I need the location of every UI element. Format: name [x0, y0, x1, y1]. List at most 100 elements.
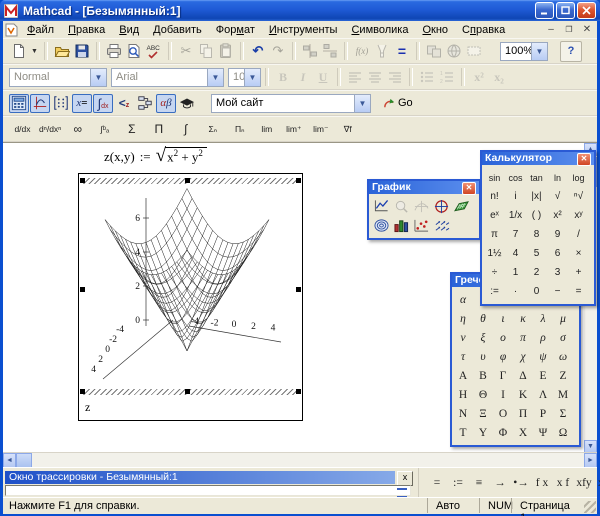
greek-key-r4c2[interactable]: Γ — [493, 366, 513, 385]
limit-right-button[interactable]: lim⁺ — [280, 119, 307, 140]
resize-handle[interactable] — [80, 287, 85, 292]
boolean-palette-button[interactable]: <z — [114, 94, 134, 113]
infinity-button[interactable]: ∞ — [64, 119, 91, 140]
calc-key-3[interactable]: 3 — [547, 263, 568, 282]
surface-plot-region[interactable]: 0246-4-2024-4-2024 z — [78, 173, 303, 421]
greek-key-r4c3[interactable]: Δ — [513, 366, 533, 385]
calc-key-:=[interactable]: := — [484, 282, 505, 301]
calc-key-9[interactable]: 9 — [547, 225, 568, 244]
vector-field-plot-button[interactable] — [431, 217, 451, 234]
menu-symbolics[interactable]: Символика — [344, 23, 415, 37]
calc-key-=[interactable]: = — [568, 282, 589, 301]
3d-bar-plot-button[interactable] — [391, 217, 411, 234]
open-button[interactable] — [52, 42, 72, 61]
chevron-down-icon[interactable]: ▼ — [354, 95, 370, 112]
calc-key-π[interactable]: π — [484, 225, 505, 244]
greek-key-r5c3[interactable]: Κ — [513, 385, 533, 404]
greek-key-r4c1[interactable]: Β — [473, 366, 493, 385]
save-button[interactable] — [72, 42, 92, 61]
trace-close-icon[interactable]: x — [397, 471, 413, 486]
derivative-button[interactable]: d/dx — [9, 119, 36, 140]
calc-key-7[interactable]: 7 — [505, 225, 526, 244]
print-preview-button[interactable] — [124, 42, 144, 61]
greek-key-r5c2[interactable]: Ι — [493, 385, 513, 404]
evaluate-numerically-button[interactable]: = — [427, 474, 447, 492]
undo-button[interactable]: ↶ — [248, 42, 268, 61]
greek-key-r5c4[interactable]: Λ — [533, 385, 553, 404]
calculator-palette-button[interactable] — [9, 94, 29, 113]
mdi-minimize-icon[interactable]: – — [545, 24, 557, 35]
new-dropdown-button[interactable]: ▼ — [29, 42, 40, 61]
greek-key-r1c0[interactable]: η — [453, 309, 473, 328]
symbolic-palette-button[interactable] — [177, 94, 197, 113]
resize-grip[interactable] — [584, 501, 596, 513]
greek-key-r3c2[interactable]: φ — [493, 347, 513, 366]
indefinite-integral-button[interactable]: ∫ — [172, 119, 199, 140]
zoom-combo[interactable]: 100%▼ — [500, 42, 548, 61]
greek-key-r7c3[interactable]: Χ — [513, 423, 533, 442]
definite-integral-button[interactable]: ∫ᵇₐ — [91, 119, 118, 140]
close-icon[interactable]: ✕ — [462, 182, 476, 195]
calc-key-xʸ[interactable]: xʸ — [568, 206, 589, 225]
calc-key-eˣ[interactable]: eˣ — [484, 206, 505, 225]
trace-window-titlebar[interactable]: Окно трассировки - Безымянный:1 — [5, 471, 395, 484]
horizontal-scroll-thumb[interactable] — [16, 453, 32, 468]
greek-key-r6c2[interactable]: Ο — [493, 404, 513, 423]
calc-key-+[interactable]: + — [568, 263, 589, 282]
resize-handle[interactable] — [80, 178, 85, 183]
calc-key-×[interactable]: × — [568, 244, 589, 263]
resize-handle[interactable] — [296, 287, 301, 292]
greek-key-r6c1[interactable]: Ξ — [473, 404, 493, 423]
greek-key-r3c4[interactable]: ψ — [533, 347, 553, 366]
graph-palette-titlebar[interactable]: График ✕ — [369, 181, 479, 194]
calc-key-x²[interactable]: x² — [547, 206, 568, 225]
polar-plot-button[interactable] — [431, 198, 451, 215]
greek-key-r4c4[interactable]: Ε — [533, 366, 553, 385]
calc-key-÷[interactable]: ÷ — [484, 263, 505, 282]
calc-key-−[interactable]: − — [547, 282, 568, 301]
greek-key-r3c1[interactable]: υ — [473, 347, 493, 366]
greek-key-r2c5[interactable]: σ — [553, 328, 573, 347]
greek-key-r2c3[interactable]: π — [513, 328, 533, 347]
3d-scatter-plot-button[interactable] — [411, 217, 431, 234]
greek-key-r3c3[interactable]: χ — [513, 347, 533, 366]
greek-key-r2c2[interactable]: ο — [493, 328, 513, 347]
calc-key-n![interactable]: n! — [484, 187, 505, 206]
font-size-combo[interactable]: 10 ▼ — [228, 68, 261, 87]
greek-key-r3c0[interactable]: τ — [453, 347, 473, 366]
greek-key-r7c5[interactable]: Ω — [553, 423, 573, 442]
greek-key-r5c1[interactable]: Θ — [473, 385, 493, 404]
matrix-palette-button[interactable] — [51, 94, 71, 113]
summation-button[interactable]: Σ — [118, 119, 145, 140]
surface-plot-canvas[interactable]: 0246-4-2024-4-2024 — [83, 186, 298, 384]
postfix-button[interactable]: x f — [553, 474, 573, 492]
xy-plot-button[interactable] — [371, 198, 391, 215]
calc-key-cos[interactable]: cos — [505, 168, 526, 187]
close-button[interactable] — [577, 2, 596, 19]
greek-key-r4c0[interactable]: Α — [453, 366, 473, 385]
treefix-button[interactable]: xᶠy — [595, 474, 600, 492]
evaluate-button[interactable]: = — [392, 42, 412, 61]
calc-key-tan[interactable]: tan — [526, 168, 547, 187]
greek-key-r7c0[interactable]: Τ — [453, 423, 473, 442]
infix-button[interactable]: xfy — [574, 474, 594, 492]
calc-key-i[interactable]: i — [505, 187, 526, 206]
greek-key-r3c5[interactable]: ω — [553, 347, 573, 366]
greek-key-r2c1[interactable]: ξ — [473, 328, 493, 347]
greek-key-r7c1[interactable]: Υ — [473, 423, 493, 442]
menu-help[interactable]: Справка — [455, 23, 512, 37]
calc-key-2[interactable]: 2 — [526, 263, 547, 282]
minimize-button[interactable] — [535, 2, 554, 19]
chevron-down-icon[interactable]: ▼ — [244, 69, 260, 86]
evaluate-symbolically-button[interactable]: → — [490, 474, 510, 492]
gradient-button[interactable]: ∇f — [334, 119, 361, 140]
resources-combo[interactable]: Мой сайт ▼ — [211, 94, 371, 113]
calc-key-1/x[interactable]: 1/x — [505, 206, 526, 225]
greek-key-r7c4[interactable]: Ψ — [533, 423, 553, 442]
calc-key-1½[interactable]: 1½ — [484, 244, 505, 263]
chevron-down-icon[interactable]: ▼ — [531, 43, 547, 60]
mdi-restore-icon[interactable]: ❐ — [563, 25, 575, 34]
global-define-button[interactable]: ≡ — [469, 474, 489, 492]
greek-key-r2c0[interactable]: ν — [453, 328, 473, 347]
symbolic-keyword-button[interactable]: •→ — [511, 474, 531, 492]
